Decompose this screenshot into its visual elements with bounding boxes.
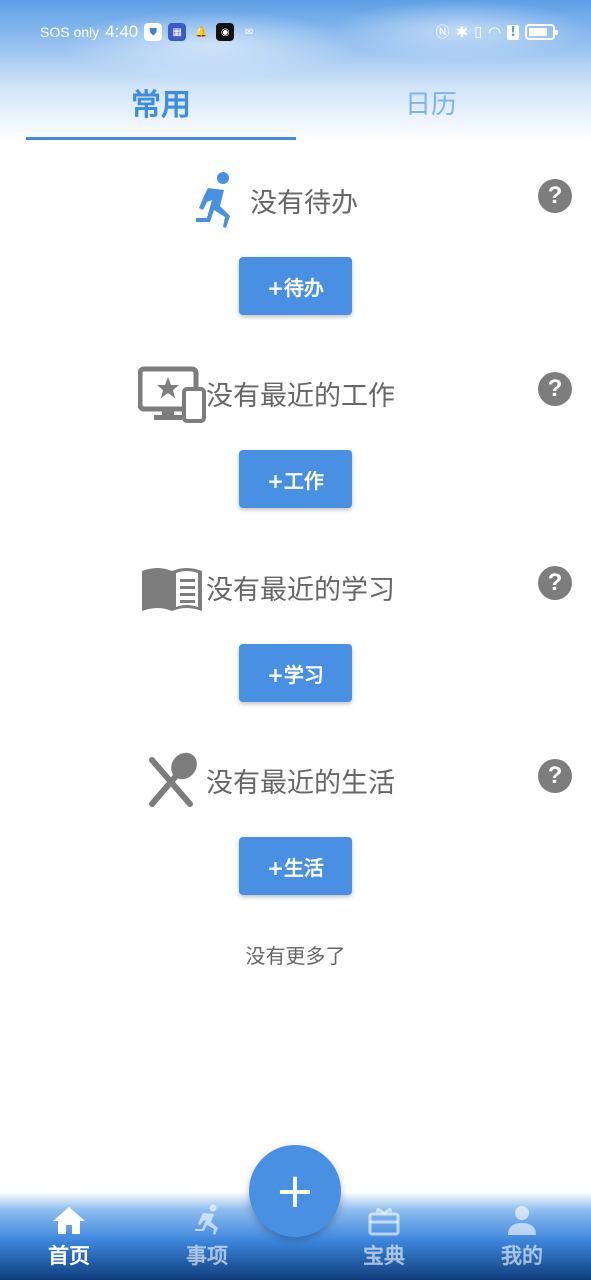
todo-section: 没有待办 ? +待办 [0, 165, 591, 345]
tab-common[interactable]: 常用 [26, 80, 296, 124]
header: SOS only 4:40 ⛊ ▦ 🔔 ◉ ✉ Ⓝ ✱ ▯ ◠ ! 常用 日历 [0, 0, 591, 142]
mail-icon: ✉ [245, 26, 254, 38]
running-person-icon [196, 172, 230, 228]
monitor-phone-icon [138, 366, 206, 423]
nav-home[interactable]: 首页 [24, 1198, 114, 1278]
home-icon [53, 1207, 85, 1234]
spoon-knife-icon [149, 752, 197, 807]
nav-home-label: 首页 [48, 1244, 90, 1268]
shield-icon: ⛊ [144, 23, 163, 41]
running-person-icon [195, 1204, 218, 1235]
nav-mine[interactable]: 我的 [477, 1198, 567, 1278]
help-icon[interactable]: ? [538, 372, 572, 406]
nav-items[interactable]: 事项 [162, 1198, 252, 1278]
nav-guide[interactable]: 宝典 [339, 1198, 429, 1278]
vibrate-icon: ▯ [474, 24, 482, 40]
help-icon[interactable]: ? [538, 179, 572, 213]
sim-alert-icon: ! [507, 24, 519, 40]
bluetooth-icon: ✱ [455, 23, 469, 41]
work-section: 没有最近的工作 ? +工作 [0, 358, 591, 538]
work-title: 没有最近的工作 [206, 381, 395, 412]
nav-guide-label: 宝典 [363, 1244, 405, 1268]
no-more-text: 没有更多了 [245, 944, 346, 968]
help-icon[interactable]: ? [538, 566, 572, 600]
nfc-icon: Ⓝ [435, 25, 450, 41]
tab-bar: 常用 日历 [0, 70, 591, 142]
nav-items-label: 事项 [186, 1244, 228, 1268]
gift-box-icon [368, 1207, 400, 1236]
life-section: 没有最近的生活 ? +生活 [0, 745, 591, 925]
book-icon [142, 568, 202, 611]
sos-status: SOS only [40, 24, 100, 40]
app-icon: ▦ [168, 23, 187, 41]
life-title: 没有最近的生活 [206, 768, 395, 799]
app-icon: ◉ [216, 23, 235, 41]
help-icon[interactable]: ? [538, 759, 572, 793]
nav-mine-label: 我的 [501, 1244, 543, 1268]
add-study-button[interactable]: +学习 [239, 644, 352, 702]
bell-icon: 🔔 [195, 26, 208, 38]
wifi-icon: ◠ [487, 23, 502, 41]
add-fab-button[interactable]: + [249, 1145, 341, 1237]
person-icon [508, 1206, 536, 1235]
battery-icon [525, 24, 558, 40]
add-todo-button[interactable]: +待办 [239, 257, 352, 315]
status-bar: SOS only 4:40 ⛊ ▦ 🔔 ◉ ✉ Ⓝ ✱ ▯ ◠ ! [0, 18, 591, 50]
add-work-button[interactable]: +工作 [239, 450, 352, 508]
add-life-button[interactable]: +生活 [239, 837, 352, 895]
todo-title: 没有待办 [250, 188, 358, 219]
tab-indicator [26, 137, 296, 140]
study-section: 没有最近的学习 ? +学习 [0, 552, 591, 732]
tab-calendar[interactable]: 日历 [296, 84, 566, 121]
study-title: 没有最近的学习 [206, 575, 395, 606]
clock: 4:40 [105, 22, 139, 41]
